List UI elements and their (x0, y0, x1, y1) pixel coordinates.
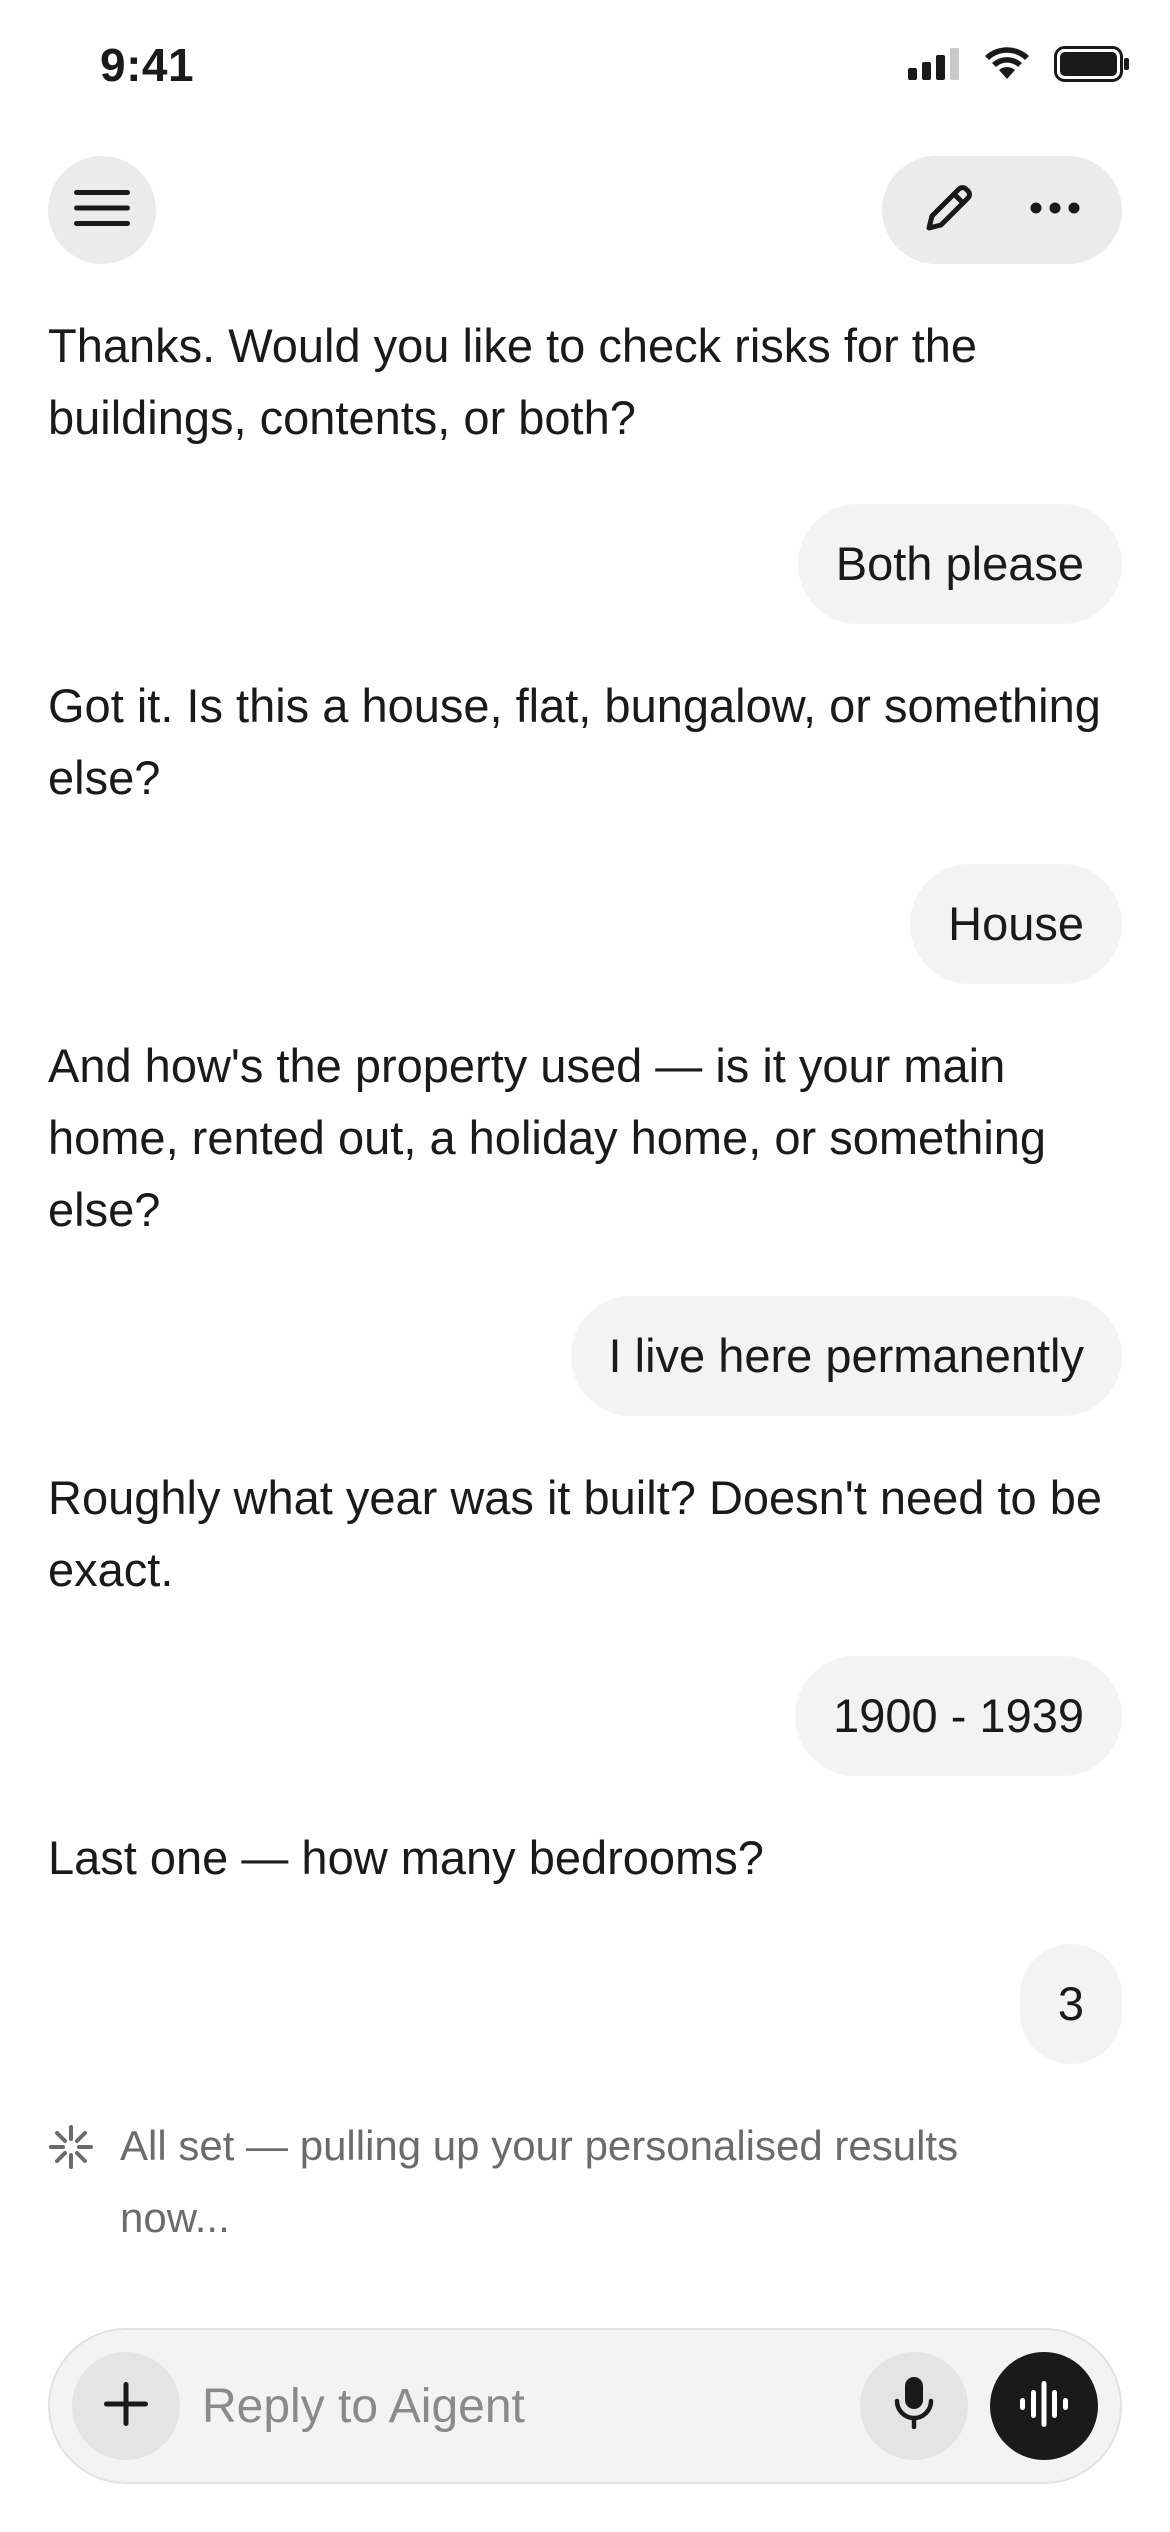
hamburger-menu-icon (74, 186, 130, 235)
assistant-message: Roughly what year was it built? Doesn't … (48, 1471, 1103, 1596)
battery-icon (1054, 46, 1130, 87)
edit-button[interactable] (909, 170, 989, 250)
user-message: 1900 - 1939 (795, 1656, 1122, 1776)
user-message: 3 (1019, 1944, 1122, 2064)
wifi-icon (984, 47, 1030, 86)
more-button[interactable] (1015, 170, 1095, 250)
header-actions (882, 156, 1122, 264)
assistant-message: Thanks. Would you like to check risks fo… (48, 319, 978, 444)
assistant-message: Last one — how many bedrooms? (48, 1831, 764, 1884)
microphone-icon (892, 2375, 936, 2438)
user-message: House (910, 864, 1122, 984)
assistant-message: Got it. Is this a house, flat, bungalow,… (48, 679, 1101, 804)
signal-icon (908, 48, 960, 85)
status-icons (908, 46, 1130, 87)
voice-waveform-icon (1019, 2379, 1069, 2434)
more-horizontal-icon (1029, 201, 1081, 220)
user-message: Both please (797, 504, 1122, 624)
user-message: I live here permanently (570, 1296, 1122, 1416)
microphone-button[interactable] (860, 2352, 968, 2460)
assistant-message: And how's the property used — is it your… (48, 1039, 1047, 1236)
add-attachment-button[interactable] (72, 2352, 180, 2460)
composer (48, 2328, 1122, 2484)
reply-input[interactable] (202, 2360, 842, 2452)
status-text: All set — pulling up your personalised r… (120, 2122, 959, 2241)
pencil-icon (919, 178, 979, 243)
menu-button[interactable] (48, 156, 156, 264)
plus-icon (102, 2380, 150, 2433)
voice-mode-button[interactable] (990, 2352, 1098, 2460)
loading-status: All set — pulling up your personalised r… (48, 2110, 1098, 2254)
sparkle-loading-icon (48, 2124, 94, 2170)
status-time: 9:41 (100, 39, 195, 91)
